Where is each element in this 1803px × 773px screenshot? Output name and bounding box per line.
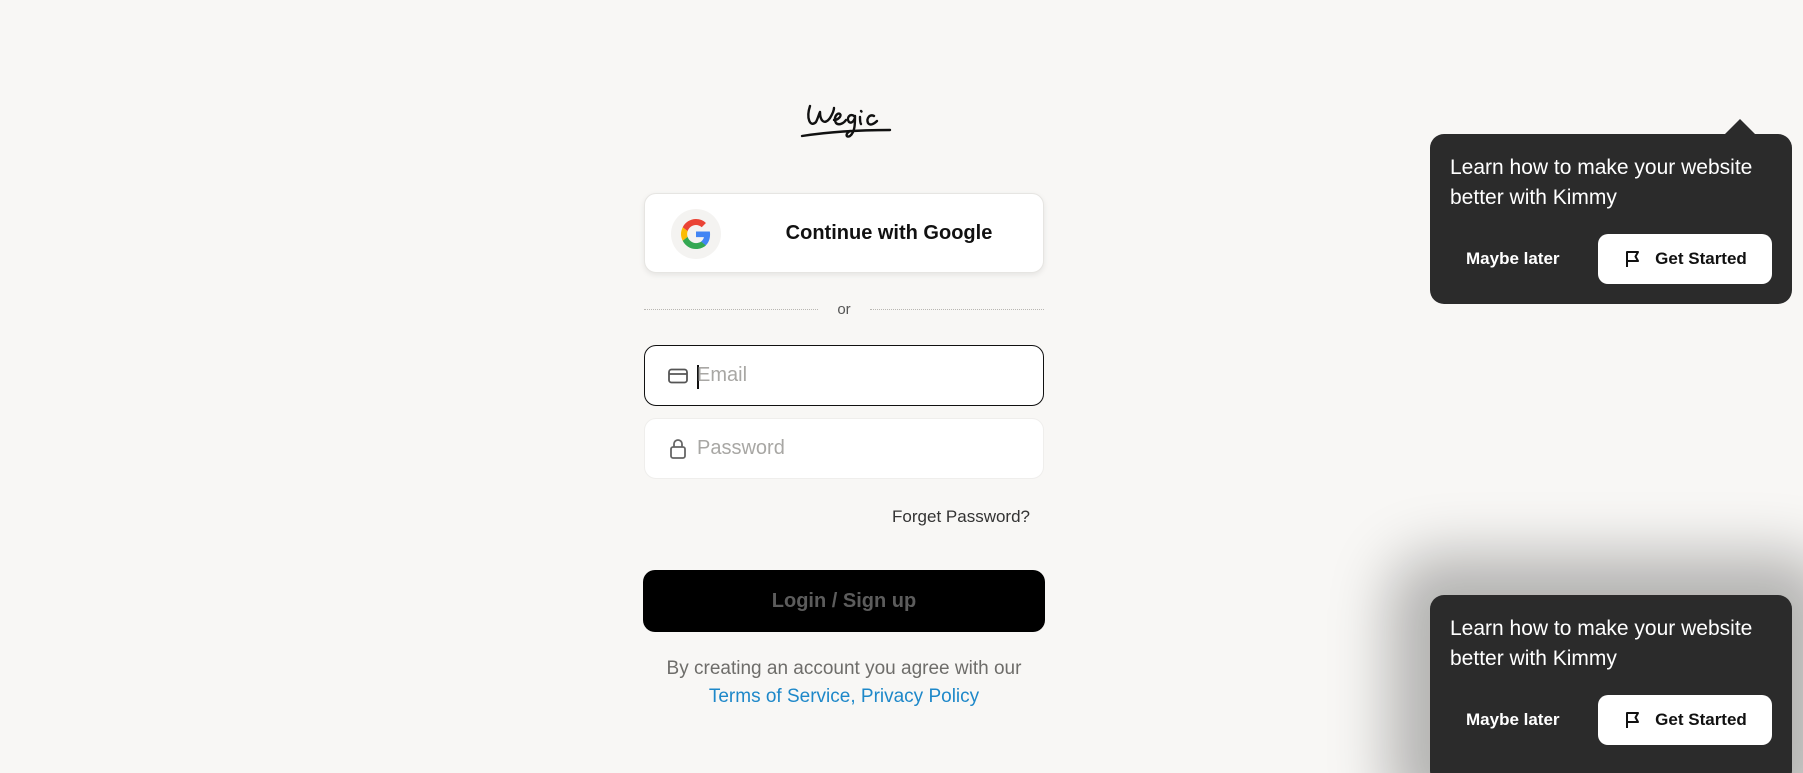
get-started-label: Get Started: [1655, 249, 1747, 268]
tour-popup: Learn how to make your website better wi…: [1430, 119, 1792, 304]
get-started-button[interactable]: Get Started: [1598, 234, 1772, 284]
maybe-later-button[interactable]: Maybe later: [1466, 249, 1560, 269]
tour-popup: Learn how to make your website better wi…: [1430, 595, 1792, 773]
email-field[interactable]: [644, 345, 1044, 406]
login-signup-button[interactable]: Login / Sign up: [643, 570, 1045, 632]
password-field[interactable]: [644, 418, 1044, 479]
terms-notice: By creating an account you agree with ou…: [600, 655, 1088, 711]
mail-icon: [667, 365, 689, 387]
maybe-later-button[interactable]: Maybe later: [1466, 710, 1560, 730]
tour-message: Learn how to make your website better wi…: [1450, 156, 1753, 209]
divider-text: or: [837, 300, 851, 318]
terms-of-service-link[interactable]: Terms of Service: [709, 686, 850, 707]
get-started-label: Get Started: [1655, 710, 1747, 729]
password-input[interactable]: [697, 419, 1027, 478]
privacy-policy-link[interactable]: Privacy Policy: [861, 686, 979, 707]
forgot-password-link[interactable]: Forget Password?: [880, 507, 1030, 527]
flag-icon: [1623, 710, 1643, 730]
popup-arrow: [1724, 119, 1756, 135]
tour-message: Learn how to make your website better wi…: [1450, 617, 1753, 670]
terms-prefix: By creating an account you agree with ou…: [666, 658, 1022, 679]
flag-icon: [1623, 249, 1643, 269]
email-input[interactable]: [697, 346, 1027, 405]
google-button-label: Continue with Google: [785, 221, 993, 244]
lock-icon: [667, 438, 689, 460]
divider-line-right: [870, 308, 1044, 310]
wegic-logo: [800, 96, 892, 144]
get-started-button[interactable]: Get Started: [1598, 695, 1772, 745]
terms-separator: ,: [850, 686, 856, 707]
divider-line-left: [644, 308, 818, 310]
or-divider: or: [644, 299, 1044, 319]
continue-with-google-button[interactable]: Continue with Google: [644, 193, 1044, 273]
